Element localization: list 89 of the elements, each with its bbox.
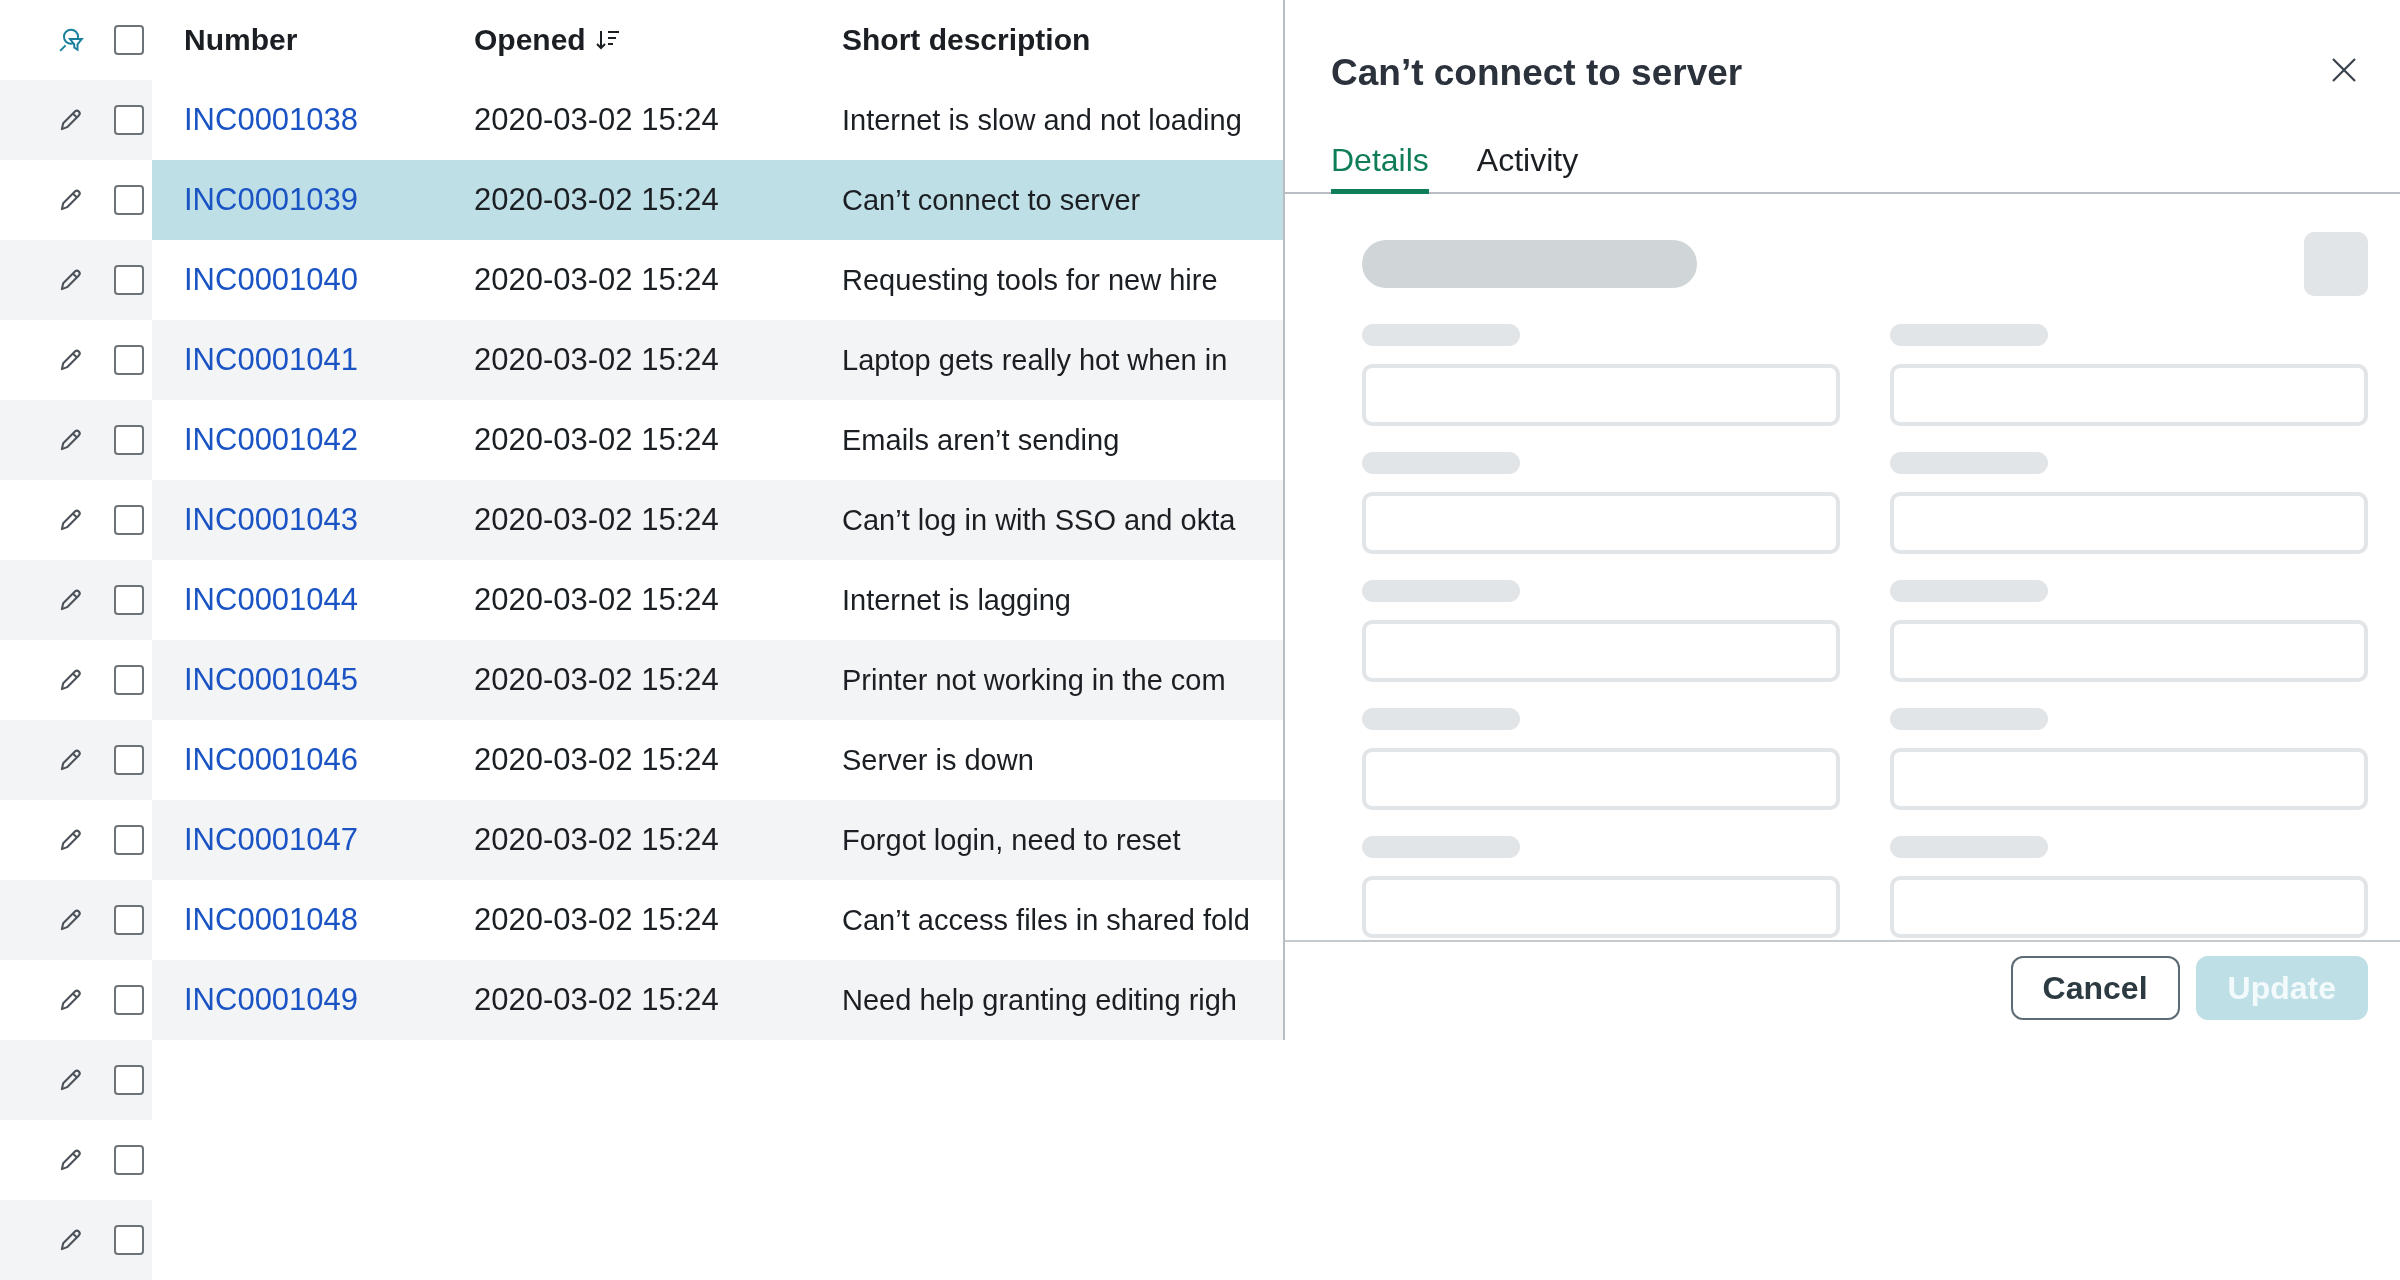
pencil-icon[interactable] — [58, 587, 84, 613]
tab[interactable]: Activity — [1476, 142, 1579, 194]
pencil-icon[interactable] — [58, 987, 84, 1013]
row-checkbox[interactable] — [114, 1065, 144, 1095]
incident-link[interactable]: INC0001049 — [184, 982, 359, 1017]
tab[interactable]: Details — [1331, 142, 1429, 194]
select-all-checkbox[interactable] — [114, 25, 144, 55]
column-header[interactable]: Number — [184, 23, 298, 56]
table-cell: Laptop gets really hot when in — [842, 343, 1228, 376]
incident-link[interactable]: INC0001041 — [184, 342, 359, 377]
row-checkbox[interactable] — [114, 505, 144, 535]
panel-title: Can’t connect to server — [1331, 52, 1743, 94]
table-row[interactable]: INC0001043 2020-03-02 15:24 Can’t log in with SSO and okta — [152, 480, 1283, 560]
incident-link[interactable]: INC0001038 — [184, 102, 359, 137]
incident-link[interactable]: INC0001048 — [184, 902, 359, 937]
table-cell: 2020-03-02 15:24 — [474, 422, 719, 457]
pencil-icon[interactable] — [58, 907, 84, 933]
sort-descending-icon[interactable] — [595, 29, 620, 51]
table-cell: 2020-03-02 15:24 — [474, 102, 719, 137]
incident-link[interactable]: INC0001039 — [184, 182, 359, 217]
pencil-icon[interactable] — [58, 427, 84, 453]
table-cell: 2020-03-02 15:24 — [474, 742, 719, 777]
table-cell: Server is down — [842, 743, 1034, 776]
incident-link[interactable]: INC0001043 — [184, 502, 359, 537]
table-row[interactable]: INC0001042 2020-03-02 15:24 Emails aren’t sending — [152, 400, 1283, 480]
pencil-icon[interactable] — [58, 187, 84, 213]
table-cell: Can’t connect to server — [842, 183, 1141, 216]
incident-link[interactable]: INC0001047 — [184, 822, 359, 857]
table-cell: Forgot login, need to reset — [842, 823, 1181, 856]
table-row[interactable]: INC0001041 2020-03-02 15:24 Laptop gets really hot when in — [152, 320, 1283, 400]
table-cell: Internet is lagging — [842, 583, 1071, 616]
table-cell: Printer not working in the com — [842, 663, 1226, 696]
incident-link[interactable]: INC0001042 — [184, 422, 359, 457]
table-cell: Emails aren’t sending — [842, 423, 1120, 456]
row-checkbox[interactable] — [114, 345, 144, 375]
pencil-icon[interactable] — [58, 827, 84, 853]
pencil-icon[interactable] — [58, 107, 84, 133]
table-row[interactable]: INC0001038 2020-03-02 15:24 Internet is slow and not loading — [152, 80, 1283, 160]
table-row[interactable]: INC0001049 2020-03-02 15:24 Need help granting editing righ — [152, 960, 1283, 1040]
incident-link[interactable]: INC0001045 — [184, 662, 359, 697]
table-cell: 2020-03-02 15:24 — [474, 342, 719, 377]
table-cell: 2020-03-02 15:24 — [474, 902, 719, 937]
row-checkbox[interactable] — [114, 1145, 144, 1175]
pencil-icon[interactable] — [58, 1067, 84, 1093]
table-row[interactable]: INC0001040 2020-03-02 15:24 Requesting tools for new hire — [152, 240, 1283, 320]
row-checkbox[interactable] — [114, 105, 144, 135]
column-header[interactable]: Short description — [842, 23, 1091, 56]
table-row[interactable]: INC0001045 2020-03-02 15:24 Printer not working in the com — [152, 640, 1283, 720]
row-checkbox[interactable] — [114, 905, 144, 935]
table-cell: 2020-03-02 15:24 — [474, 502, 719, 537]
pencil-icon[interactable] — [58, 1227, 84, 1253]
pencil-icon[interactable] — [58, 507, 84, 533]
table-row[interactable]: INC0001044 2020-03-02 15:24 Internet is lagging — [152, 560, 1283, 640]
row-checkbox[interactable] — [114, 425, 144, 455]
table-cell: Can’t log in with SSO and okta — [842, 503, 1236, 536]
pencil-icon[interactable] — [58, 1147, 84, 1173]
row-checkbox[interactable] — [114, 265, 144, 295]
pencil-icon[interactable] — [58, 347, 84, 373]
table-row[interactable]: INC0001047 2020-03-02 15:24 Forgot login, need to reset — [152, 800, 1283, 880]
row-checkbox[interactable] — [114, 665, 144, 695]
row-checkbox[interactable] — [114, 985, 144, 1015]
table-cell: Can’t access files in shared fold — [842, 903, 1250, 936]
filter-icon[interactable] — [58, 27, 84, 53]
row-checkbox[interactable] — [114, 585, 144, 615]
skeleton-square — [2304, 232, 2368, 296]
table-row[interactable]: INC0001046 2020-03-02 15:24 Server is down — [152, 720, 1283, 800]
row-checkbox[interactable] — [114, 825, 144, 855]
table-cell: Internet is slow and not loading — [842, 103, 1242, 136]
row-checkbox[interactable] — [114, 185, 144, 215]
table-cell: Need help granting editing righ — [842, 983, 1237, 1016]
pencil-icon[interactable] — [58, 747, 84, 773]
table-cell: 2020-03-02 15:24 — [474, 982, 719, 1017]
incident-link[interactable]: INC0001046 — [184, 742, 359, 777]
pencil-icon[interactable] — [58, 667, 84, 693]
table-row[interactable]: INC0001048 2020-03-02 15:24 Can’t access files in shared fold — [152, 880, 1283, 960]
table-row[interactable]: INC0001039 2020-03-02 15:24 Can’t connect to server — [152, 160, 1283, 240]
cancel-button[interactable]: Cancel — [2010, 956, 2180, 1020]
table-cell: 2020-03-02 15:24 — [474, 662, 719, 697]
incident-link[interactable]: INC0001040 — [184, 262, 359, 297]
table-cell: 2020-03-02 15:24 — [474, 262, 719, 297]
table-cell: 2020-03-02 15:24 — [474, 582, 719, 617]
row-checkbox[interactable] — [114, 745, 144, 775]
table-cell: 2020-03-02 15:24 — [474, 182, 719, 217]
row-checkbox[interactable] — [114, 1225, 144, 1255]
column-header[interactable]: Opened — [474, 23, 586, 57]
table-cell: 2020-03-02 15:24 — [474, 822, 719, 857]
table-cell: Requesting tools for new hire — [842, 263, 1218, 296]
incident-link[interactable]: INC0001044 — [184, 582, 359, 617]
pencil-icon[interactable] — [58, 267, 84, 293]
